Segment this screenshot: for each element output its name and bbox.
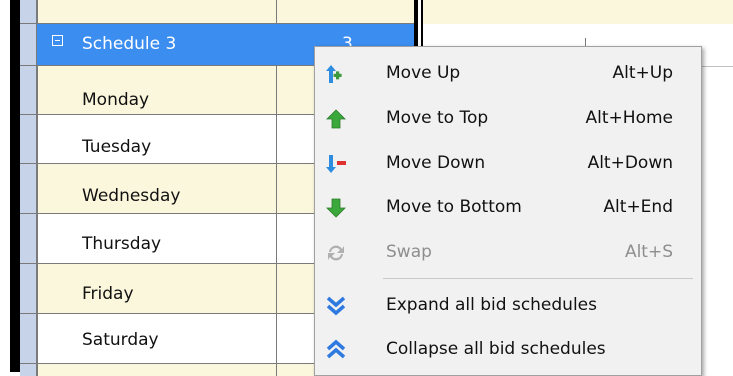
menu-item-shortcut: Alt+Home bbox=[585, 108, 673, 128]
menu-item-label: Move Down bbox=[386, 153, 486, 173]
menu-item-move-down[interactable]: Move Down Alt+Down bbox=[315, 143, 701, 187]
menu-item-swap[interactable]: Swap Alt+S bbox=[315, 232, 701, 276]
move-to-top-icon bbox=[325, 108, 347, 130]
menu-item-label: Move to Top bbox=[386, 108, 489, 128]
schedule-label: Schedule 3 bbox=[82, 34, 177, 54]
menu-item-move-to-bottom[interactable]: Move to Bottom Alt+End bbox=[315, 187, 701, 231]
menu-item-label: Move Up bbox=[386, 63, 461, 83]
move-down-icon bbox=[325, 153, 347, 175]
menu-item-shortcut: Alt+Up bbox=[612, 63, 674, 83]
day-label: Tuesday bbox=[82, 137, 152, 157]
menu-item-shortcut: Alt+S bbox=[624, 242, 673, 262]
menu-item-shortcut: Alt+Down bbox=[587, 153, 673, 173]
collapse-all-icon bbox=[325, 339, 347, 361]
expand-all-icon bbox=[325, 295, 347, 317]
menu-item-label: Move to Bottom bbox=[386, 197, 522, 217]
menu-separator bbox=[383, 278, 693, 279]
context-menu: Move Up Alt+Up Move to Top Alt+Home Move… bbox=[314, 46, 702, 376]
menu-item-collapse-all[interactable]: Collapse all bid schedules bbox=[315, 329, 701, 373]
collapse-toggle-icon[interactable] bbox=[52, 35, 63, 46]
timeline-header-row bbox=[423, 0, 733, 25]
swap-icon bbox=[325, 242, 347, 264]
menu-item-move-up[interactable]: Move Up Alt+Up bbox=[315, 53, 701, 97]
window-frame-left bbox=[0, 0, 20, 372]
day-label: Thursday bbox=[82, 234, 162, 254]
menu-item-label: Collapse all bid schedules bbox=[386, 339, 606, 359]
menu-item-label: Expand all bid schedules bbox=[386, 295, 597, 315]
menu-item-move-to-top[interactable]: Move to Top Alt+Home bbox=[315, 98, 701, 142]
move-to-bottom-icon bbox=[325, 197, 347, 219]
day-label: Wednesday bbox=[82, 186, 181, 206]
table-row[interactable] bbox=[20, 0, 415, 24]
move-up-icon bbox=[325, 63, 347, 85]
menu-item-shortcut: Alt+End bbox=[603, 197, 673, 217]
menu-item-expand-all[interactable]: Expand all bid schedules bbox=[315, 285, 701, 329]
day-label: Saturday bbox=[82, 330, 159, 350]
day-label: Monday bbox=[82, 90, 150, 110]
menu-item-label: Swap bbox=[386, 242, 432, 262]
day-label: Friday bbox=[82, 284, 134, 304]
